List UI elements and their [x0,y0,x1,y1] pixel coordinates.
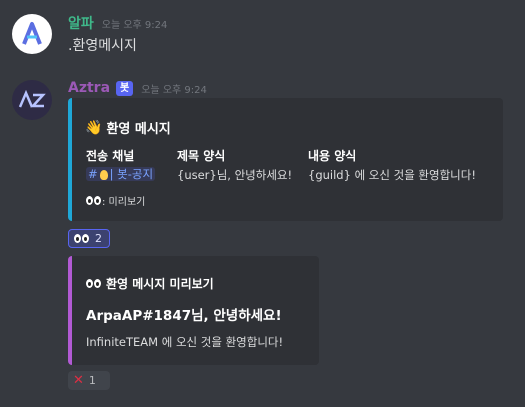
alpha-logo-icon [22,22,42,45]
username[interactable]: Aztra [68,80,110,96]
message-1: 알파 오늘 오후 9:24 .환영메시지 [0,0,525,64]
field-value-channel[interactable]: # | 봇-공지 [86,166,156,182]
channel-name: | 봇-공지 [109,167,154,181]
eyes-icon [86,279,102,288]
avatar[interactable] [12,80,52,120]
username[interactable]: 알파 [68,13,94,33]
message-text: .환영메시지 [68,38,137,54]
field-value-content-format: {guild} 에 오신 것을 환영합니다! [308,168,476,182]
message-header: Aztra 봇 오늘 오후 9:24 [68,80,207,96]
reaction-eyes[interactable]: 2 [68,229,110,248]
embed-footer: : 미리보기 [86,193,145,208]
field-name-title-format: 제목 양식 [177,149,226,163]
embed-heading: ArpaAP#1847님, 안녕하세요! [86,308,282,324]
embed-welcome-settings: 👋 환영 메시지 전송 채널 # | 봇-공지 제목 양식 {user}님, 안녕… [68,98,503,221]
embed-description: InfiniteTEAM 에 오신 것을 환영합니다! [86,335,284,349]
avatar[interactable] [12,14,52,54]
embed-title-text: 환영 메시지 [106,122,171,137]
embed-title-text: 환영 메시지 미리보기 [106,277,214,291]
waving-hand-icon: 👋 [85,119,103,136]
footer-text: : 미리보기 [102,197,146,208]
message-header: 알파 오늘 오후 9:24 [68,13,167,33]
field-name-content-format: 내용 양식 [308,149,357,163]
x-mark-icon: ✕ [73,373,84,388]
channel-hash: # [88,167,98,181]
timestamp: 오늘 오후 9:24 [141,84,207,96]
field-name-channel: 전송 채널 [86,149,135,163]
timestamp: 오늘 오후 9:24 [101,19,168,31]
field-value-title-format: {user}님, 안녕하세요! [177,168,293,182]
aztra-logo-icon [18,90,46,108]
embed-title: 환영 메시지 미리보기 [86,275,214,292]
reaction-count: 1 [88,374,96,387]
reaction-x[interactable]: ✕ 1 [68,371,110,390]
light-bulb-icon [99,169,108,180]
embed-welcome-preview: 환영 메시지 미리보기 ArpaAP#1847님, 안녕하세요! Infinit… [68,256,319,365]
bot-tag: 봇 [116,80,134,96]
eyes-icon [74,234,90,243]
eyes-icon [86,196,102,205]
embed-title: 👋 환영 메시지 [85,118,171,138]
reaction-count: 2 [95,232,102,245]
